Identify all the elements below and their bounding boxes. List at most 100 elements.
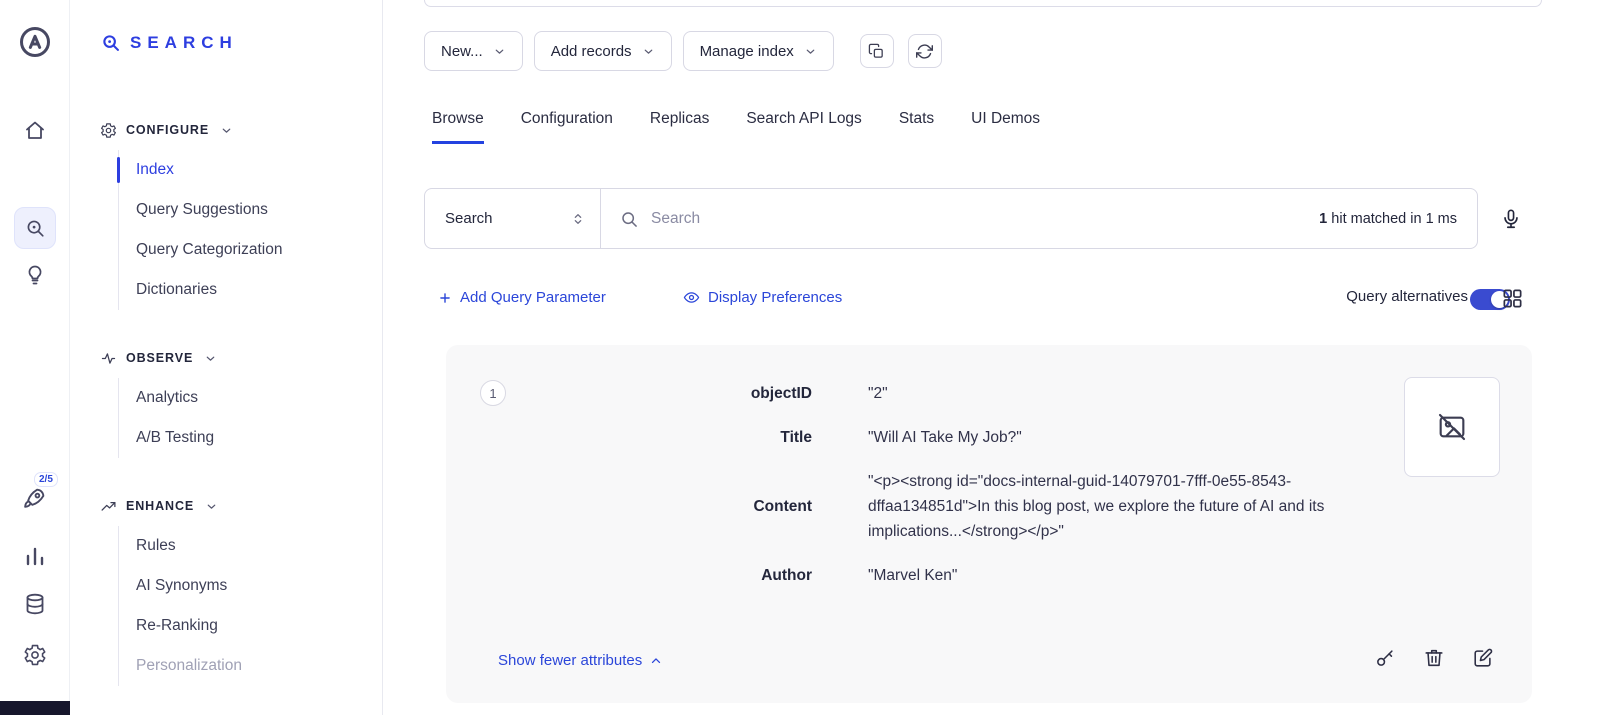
sidebar-item-query-suggestions[interactable]: Query Suggestions <box>119 190 372 230</box>
configure-list: Index Query Suggestions Query Categoriza… <box>118 150 372 310</box>
attribute-row: objectID "2" <box>446 381 1532 406</box>
index-toolbar: New... Add records Manage index <box>424 31 942 71</box>
item-label: Dictionaries <box>136 281 217 299</box>
chevron-down-icon <box>204 352 217 365</box>
attribute-value: "Marvel Ken" <box>868 563 1392 588</box>
index-tabs: Browse Configuration Replicas Search API… <box>432 110 1040 144</box>
tab-search-api-logs[interactable]: Search API Logs <box>746 110 861 144</box>
attribute-row: Content "<p><strong id="docs-internal-gu… <box>446 469 1532 544</box>
sidebar-header-observe[interactable]: OBSERVE <box>100 346 372 370</box>
add-query-parameter-link[interactable]: Add Query Parameter <box>438 289 606 306</box>
sidebar-item-ab-testing[interactable]: A/B Testing <box>119 418 372 458</box>
copy-icon <box>868 43 885 60</box>
sidebar: SEARCH CONFIGURE Index Query Suggestions… <box>70 0 383 715</box>
enhance-list: Rules AI Synonyms Re-Ranking Personaliza… <box>118 526 372 686</box>
hits-summary: 1 hit matched in 1 ms <box>1319 211 1457 227</box>
search-nav-active[interactable] <box>14 207 56 249</box>
refresh-button[interactable] <box>908 34 942 68</box>
product-name: SEARCH <box>130 33 238 53</box>
tab-stats[interactable]: Stats <box>899 110 934 144</box>
sidebar-header-configure[interactable]: CONFIGURE <box>100 118 372 142</box>
plus-icon <box>438 291 452 305</box>
attribute-value: "2" <box>868 381 1392 406</box>
attribute-label: Author <box>446 567 812 585</box>
sidebar-item-analytics[interactable]: Analytics <box>119 378 372 418</box>
delete-record-button[interactable] <box>1423 647 1445 669</box>
algolia-logo[interactable] <box>17 24 53 60</box>
chevron-down-icon <box>205 500 218 513</box>
sidebar-item-query-categorization[interactable]: Query Categorization <box>119 230 372 270</box>
search-icon <box>100 32 121 53</box>
home-icon[interactable] <box>23 118 47 142</box>
promote-key-button[interactable] <box>1374 647 1396 669</box>
edit-record-button[interactable] <box>1472 647 1494 669</box>
chevron-down-icon <box>493 45 506 58</box>
hit-rank-badge: 1 <box>480 380 506 406</box>
button-label: Add records <box>551 43 632 60</box>
button-label: Manage index <box>700 43 794 60</box>
tab-configuration[interactable]: Configuration <box>521 110 613 144</box>
trending-up-icon <box>100 498 117 515</box>
chevron-down-icon <box>642 45 655 58</box>
hit-actions <box>1374 647 1494 669</box>
item-label: Index <box>136 161 174 179</box>
recommend-lightbulb-icon[interactable] <box>23 263 47 287</box>
sidebar-section-configure: CONFIGURE Index Query Suggestions Query … <box>100 118 372 310</box>
database-icon[interactable] <box>23 592 47 616</box>
search-bar: Search 1 hit matched in 1 ms <box>424 188 1478 249</box>
tab-ui-demos[interactable]: UI Demos <box>971 110 1040 144</box>
sidebar-item-index[interactable]: Index <box>119 150 372 190</box>
sidebar-section-enhance: ENHANCE Rules AI Synonyms Re-Ranking Per… <box>100 494 372 686</box>
link-label: Add Query Parameter <box>460 289 606 306</box>
image-placeholder <box>1404 377 1500 477</box>
chevron-up-icon <box>649 654 663 668</box>
bar-chart-icon[interactable] <box>23 544 47 568</box>
key-icon <box>1374 647 1396 669</box>
hit-attributes: objectID "2" Title "Will AI Take My Job?… <box>446 345 1532 588</box>
eye-icon <box>683 289 700 306</box>
sidebar-item-re-ranking[interactable]: Re-Ranking <box>119 606 372 646</box>
algolia-dashboard: 2/5 <box>0 0 1600 715</box>
show-fewer-attributes-link[interactable]: Show fewer attributes <box>498 652 663 669</box>
copy-index-button[interactable] <box>860 34 894 68</box>
section-label: ENHANCE <box>126 499 194 513</box>
display-preferences-link[interactable]: Display Preferences <box>683 289 842 306</box>
search-mode-selector[interactable]: Search <box>425 189 601 248</box>
voice-search-button[interactable] <box>1497 204 1525 234</box>
search-icon <box>619 209 639 229</box>
new-button[interactable]: New... <box>424 31 523 71</box>
tab-replicas[interactable]: Replicas <box>650 110 709 144</box>
layout-grid-button[interactable] <box>1501 287 1525 311</box>
attribute-label: Content <box>446 498 812 516</box>
search-input[interactable] <box>651 210 1319 228</box>
attribute-row: Title "Will AI Take My Job?" <box>446 425 1532 450</box>
rocket-icon[interactable] <box>22 486 47 511</box>
sidebar-item-dictionaries[interactable]: Dictionaries <box>119 270 372 310</box>
attribute-row: Author "Marvel Ken" <box>446 563 1532 588</box>
product-logo-search[interactable]: SEARCH <box>100 32 238 53</box>
sidebar-header-enhance[interactable]: ENHANCE <box>100 494 372 518</box>
item-label: Query Suggestions <box>136 201 268 219</box>
manage-index-button[interactable]: Manage index <box>683 31 834 71</box>
settings-gear-icon[interactable] <box>23 643 47 667</box>
main-content: New... Add records Manage index <box>383 0 1600 715</box>
link-label: Display Preferences <box>708 289 842 306</box>
hit-card: 1 objectID "2" Title "Will AI Take My Jo… <box>446 345 1532 703</box>
add-records-button[interactable]: Add records <box>534 31 672 71</box>
image-off-icon <box>1436 411 1468 443</box>
attribute-value: "Will AI Take My Job?" <box>868 425 1392 450</box>
observe-list: Analytics A/B Testing <box>118 378 372 458</box>
sidebar-item-rules[interactable]: Rules <box>119 526 372 566</box>
item-label: Re-Ranking <box>136 617 218 635</box>
activity-icon <box>100 350 117 367</box>
query-alternatives-label: Query alternatives <box>1346 288 1468 305</box>
sidebar-item-personalization[interactable]: Personalization <box>119 646 372 686</box>
link-label: Show fewer attributes <box>498 652 642 669</box>
grid-icon <box>1501 287 1524 310</box>
section-label: OBSERVE <box>126 351 193 365</box>
sidebar-item-ai-synonyms[interactable]: AI Synonyms <box>119 566 372 606</box>
tab-browse[interactable]: Browse <box>432 110 484 144</box>
trash-icon <box>1423 647 1445 669</box>
item-label: Rules <box>136 537 176 555</box>
item-label: Query Categorization <box>136 241 282 259</box>
